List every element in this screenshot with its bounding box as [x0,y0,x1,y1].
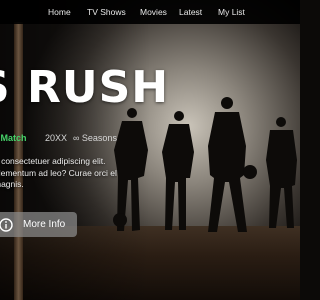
top-navigation: Home TV Shows Movies Latest My List [0,0,300,24]
nav-movies[interactable]: Movies [140,7,167,17]
season-count: ∞ Seasons [73,133,117,143]
more-info-button[interactable]: More Info [0,212,77,237]
release-year: 20XX [45,133,68,143]
info-icon [0,217,13,232]
more-info-label: More Info [23,219,66,230]
nav-my-list[interactable]: My List [218,7,245,17]
show-title: S RUSH [0,62,170,113]
nav-latest[interactable]: Latest [179,7,202,17]
nav-tv-shows[interactable]: TV Shows [87,7,126,17]
match-percentage: % Match [0,133,27,143]
show-description: t, consectetuer adipiscing elit. element… [0,156,117,189]
hero-banner: Home TV Shows Movies Latest My List S RU… [0,0,300,300]
hero-background-image [0,0,300,300]
nav-home[interactable]: Home [48,7,71,17]
